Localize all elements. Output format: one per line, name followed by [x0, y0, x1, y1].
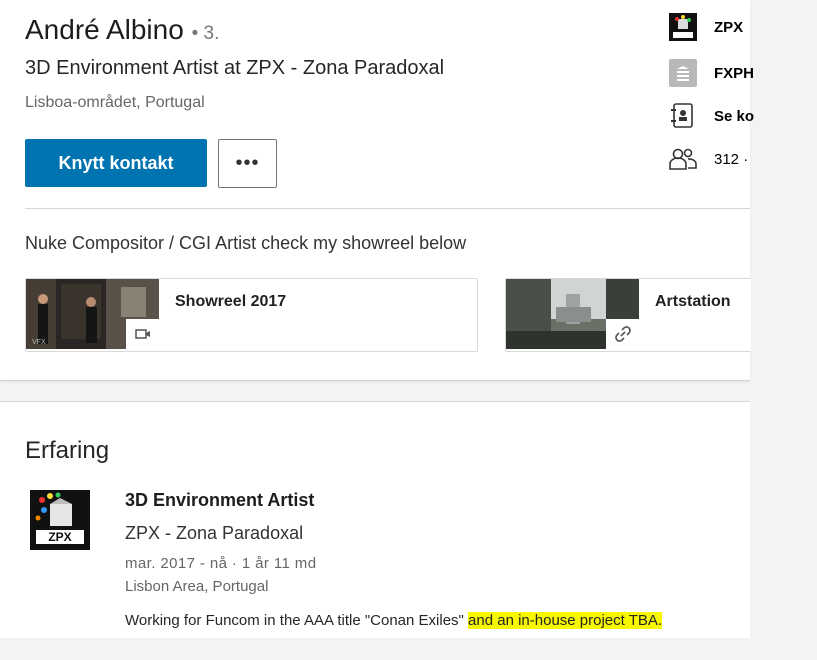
job-company: ZPX - Zona Paradoxal [125, 523, 304, 543]
job-description-text: Working for Funcom in the AAA title "Con… [125, 612, 464, 629]
thumbnail-caption: VFX [32, 339, 46, 346]
media-title: Showreel 2017 [175, 293, 287, 310]
artstation-thumbnail [506, 279, 639, 349]
connections-icon [668, 145, 698, 173]
sidebar-item-company[interactable]: ZPX [668, 13, 743, 41]
sidebar-connections-label: 312 · [714, 150, 749, 168]
svg-text:ZPX: ZPX [48, 530, 71, 544]
sidebar-contact-label: Se ko [714, 107, 755, 125]
job-location: Lisbon Area, Portugal [125, 578, 269, 595]
zpx-logo-icon [668, 13, 698, 41]
showreel-thumbnail: VFX [26, 279, 159, 349]
contact-card-icon [668, 102, 698, 130]
zpx-company-logo[interactable]: ZPX [30, 490, 90, 550]
sidebar-school-label: FXPH [714, 64, 755, 82]
media-item-artstation[interactable]: Artstation [505, 278, 751, 352]
experience-card [0, 401, 750, 638]
divider [25, 208, 750, 209]
profile-headline: 3D Environment Artist at ZPX - Zona Para… [25, 57, 445, 79]
media-title: Artstation [655, 293, 731, 310]
more-actions-button[interactable]: ••• [218, 139, 277, 188]
job-title[interactable]: 3D Environment Artist [125, 490, 314, 511]
job-description-highlight: and an in-house project TBA. [468, 612, 663, 629]
sidebar-item-contact-info[interactable]: Se ko [668, 102, 754, 130]
profile-location: Lisboa-området, Portugal [25, 94, 205, 111]
connect-button[interactable]: Knytt kontakt [25, 139, 207, 187]
sidebar-company-label: ZPX [714, 18, 744, 36]
experience-heading: Erfaring [25, 437, 110, 464]
video-icon [126, 319, 159, 349]
media-item-showreel[interactable]: VFX Showreel 2017 [25, 278, 478, 352]
profile-name-line: André Albino • 3. [25, 14, 219, 46]
job-description: Working for Funcom in the AAA title "Con… [125, 612, 663, 629]
school-icon [668, 59, 698, 87]
sidebar-item-connections[interactable]: 312 · [668, 145, 748, 173]
connection-degree: • 3. [191, 23, 220, 44]
link-icon [606, 319, 639, 349]
profile-name: André Albino [25, 14, 184, 45]
job-dates: mar. 2017 - nå · 1 år 11 md [125, 555, 317, 572]
profile-top-card: André Albino • 3. 3D Environment Artist … [0, 0, 754, 381]
sidebar-item-school[interactable]: FXPH [668, 59, 754, 87]
profile-summary: Nuke Compositor / CGI Artist check my sh… [25, 233, 467, 253]
